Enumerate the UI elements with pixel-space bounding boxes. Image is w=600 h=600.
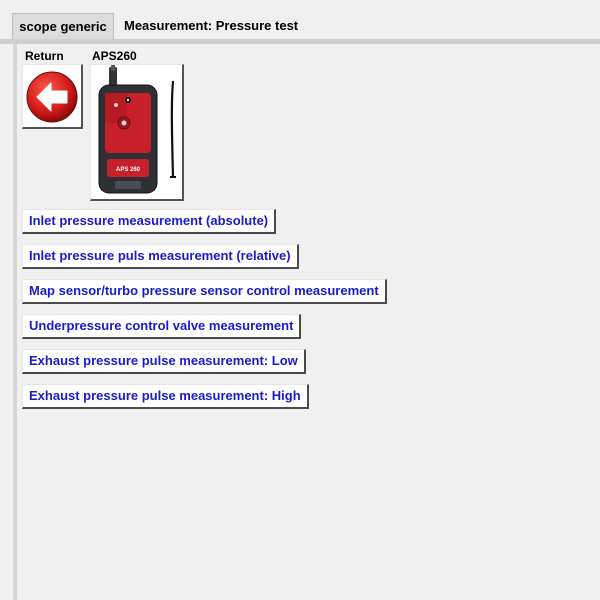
top-bar: scope generic Measurement: Pressure test <box>0 0 600 40</box>
return-label: Return <box>25 49 64 63</box>
back-arrow-icon <box>26 71 78 123</box>
return-button[interactable] <box>22 64 83 129</box>
inlet-pressure-absolute-button[interactable]: Inlet pressure measurement (absolute) <box>22 209 277 234</box>
device-label: APS260 <box>92 49 137 63</box>
pressure-sensor-device-icon: APS 260 <box>98 65 176 194</box>
tab-scope-generic[interactable]: scope generic <box>12 13 114 39</box>
page-title: Measurement: Pressure test <box>124 18 299 33</box>
device-logo-text: APS 260 <box>116 167 141 173</box>
map-turbo-sensor-control-button[interactable]: Map sensor/turbo pressure sensor control… <box>22 279 387 304</box>
inlet-pressure-puls-relative-button[interactable]: Inlet pressure puls measurement (relativ… <box>22 244 299 269</box>
exhaust-pulse-high-button[interactable]: Exhaust pressure pulse measurement: High <box>22 384 309 409</box>
device-tile-aps260[interactable]: APS 260 <box>90 64 184 201</box>
exhaust-pulse-low-button[interactable]: Exhaust pressure pulse measurement: Low <box>22 349 306 374</box>
main-content: Return APS260 APS 260 Inlet pressure mea… <box>17 44 600 600</box>
underpressure-control-valve-button[interactable]: Underpressure control valve measurement <box>22 314 302 339</box>
